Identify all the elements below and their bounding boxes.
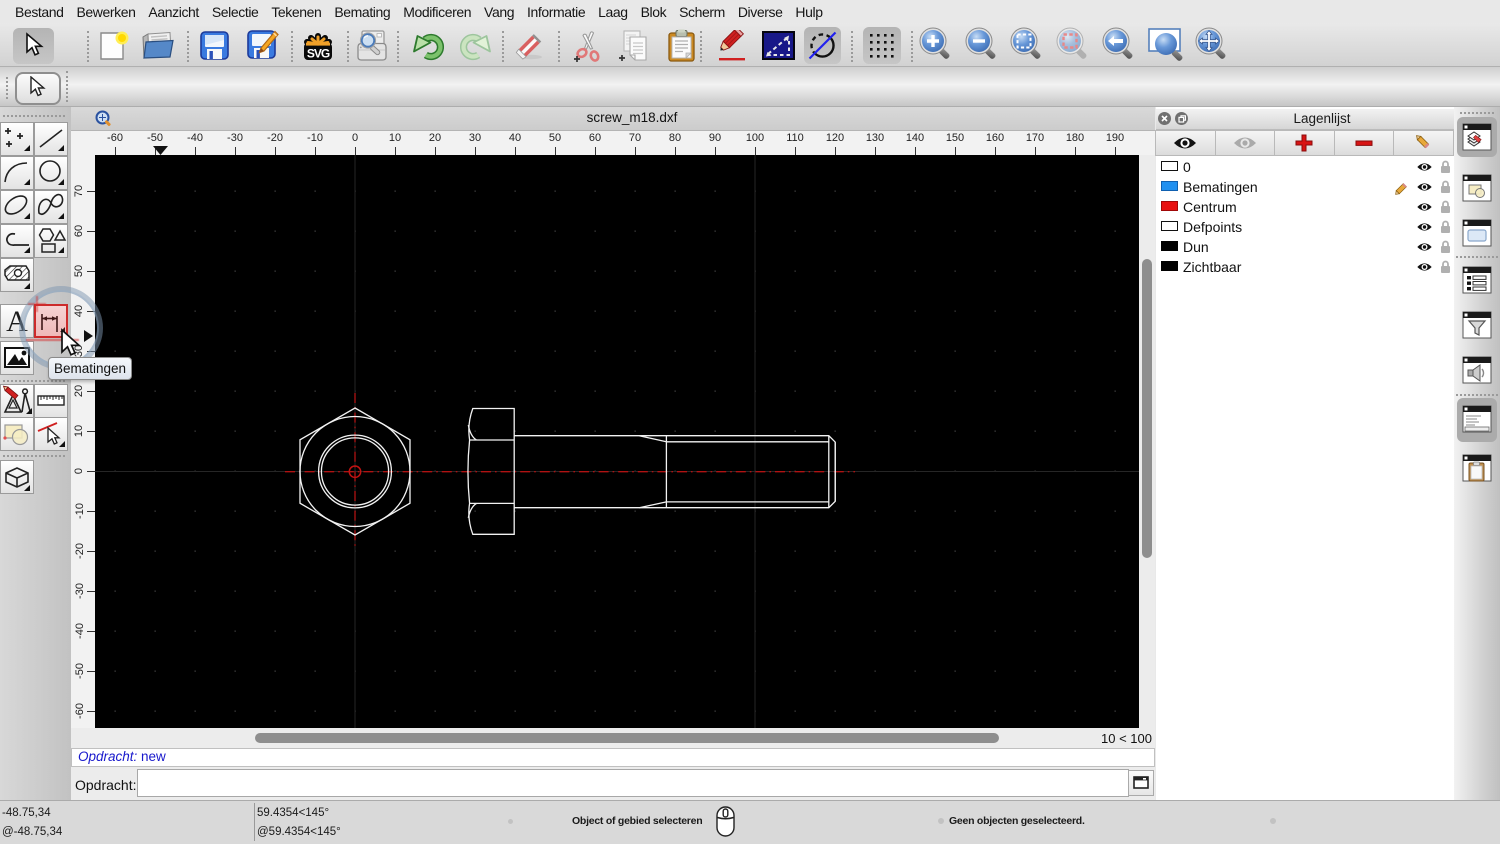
svg-text:SVG: SVG <box>307 47 330 61</box>
